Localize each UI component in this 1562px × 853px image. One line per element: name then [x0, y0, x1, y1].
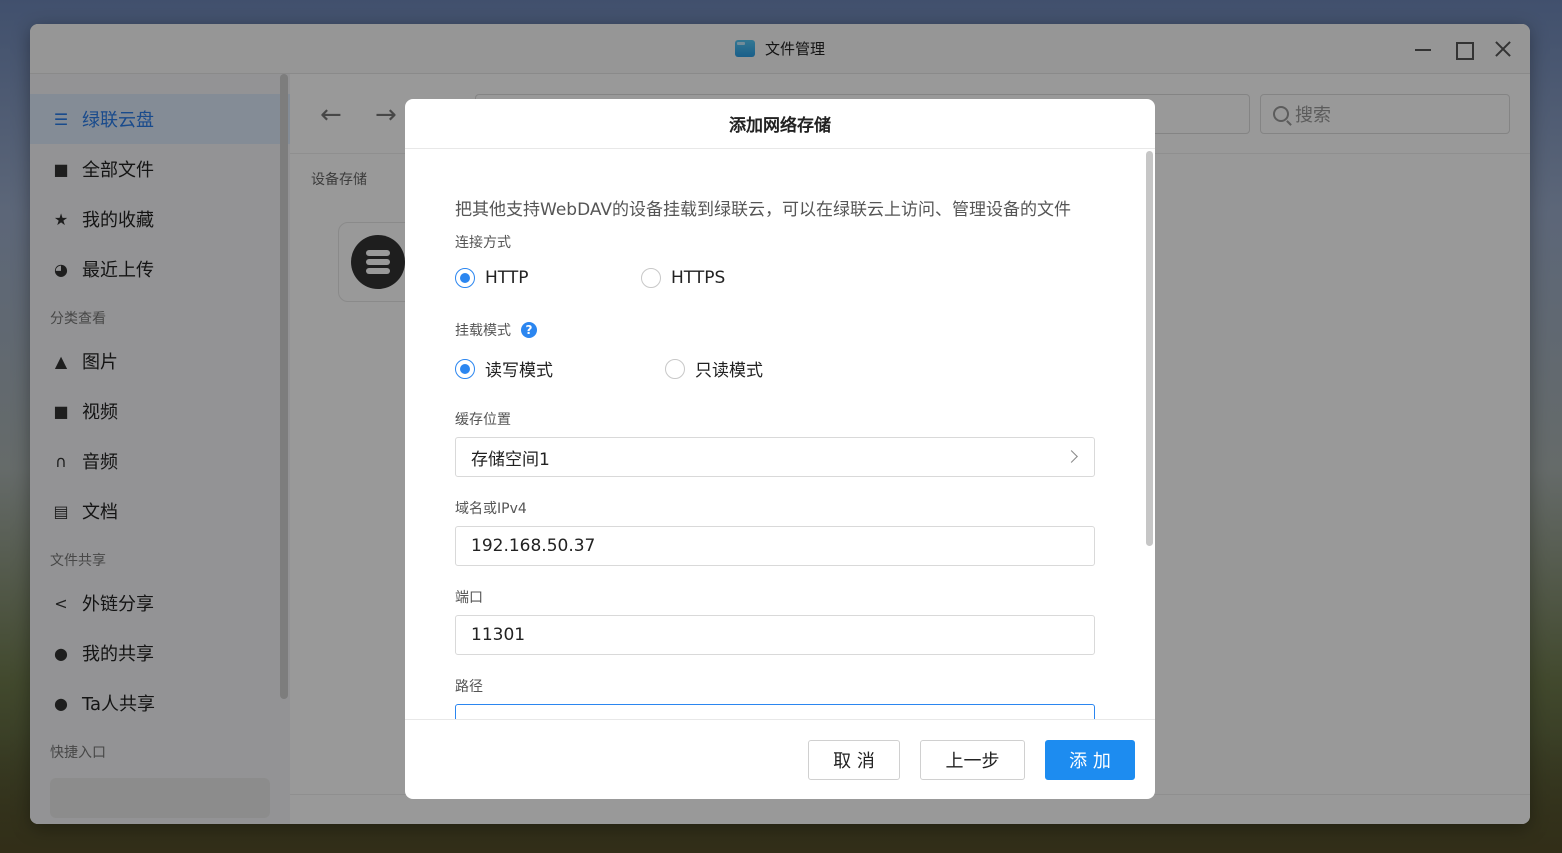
radio-http-indicator[interactable] [455, 268, 475, 288]
dialog-description: 把其他支持WebDAV的设备挂载到绿联云，可以在绿联云上访问、管理设备的文件 [455, 200, 1072, 220]
cache-location-select[interactable]: 存储空间1 [455, 437, 1095, 477]
mount-mode-label: 挂载模式 ? [455, 320, 1095, 340]
dialog-form: 把其他支持WebDAV的设备挂载到绿联云，可以在绿联云上访问、管理设备的文件 连… [405, 149, 1155, 719]
radio-read-only[interactable]: 只读模式 [665, 356, 763, 381]
radio-read-write-indicator[interactable] [455, 358, 475, 379]
radio-read-only-indicator[interactable] [665, 358, 685, 379]
chevron-right-icon [1065, 450, 1078, 463]
host-input[interactable]: 192.168.50.37 [455, 526, 1095, 566]
port-label: 端口 [455, 590, 483, 606]
help-icon[interactable]: ? [521, 322, 537, 338]
back-button[interactable]: 上一步 [920, 740, 1025, 780]
radio-https-indicator[interactable] [641, 268, 661, 288]
host-label: 域名或IPv4 [455, 501, 527, 517]
cache-location-label: 缓存位置 [455, 412, 511, 428]
dialog-footer: 取 消 上一步 添 加 [405, 719, 1155, 799]
port-input[interactable]: 11301 [455, 615, 1095, 655]
cancel-button[interactable]: 取 消 [808, 740, 900, 780]
dialog-title: 添加网络存储 [405, 99, 1155, 149]
path-input[interactable] [455, 704, 1095, 719]
add-button[interactable]: 添 加 [1045, 740, 1135, 780]
radio-http[interactable]: HTTP [455, 268, 641, 288]
dialog-scrollbar[interactable] [1146, 151, 1153, 546]
add-network-storage-dialog: 添加网络存储 把其他支持WebDAV的设备挂载到绿联云，可以在绿联云上访问、管理… [405, 99, 1155, 799]
path-label: 路径 [455, 679, 483, 695]
radio-read-write[interactable]: 读写模式 [455, 356, 665, 381]
connection-label: 连接方式 [455, 235, 511, 251]
radio-https[interactable]: HTTPS [641, 268, 725, 288]
